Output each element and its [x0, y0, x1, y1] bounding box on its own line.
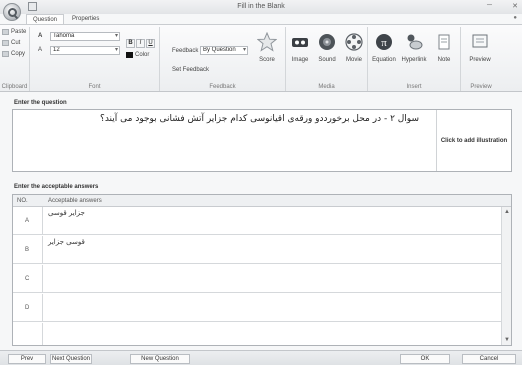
scroll-up-arrow-icon[interactable]: ▲: [502, 207, 511, 217]
font-size-select[interactable]: 12: [50, 46, 120, 55]
close-button[interactable]: ✕: [512, 2, 518, 10]
equation-button[interactable]: π Equation: [371, 30, 397, 76]
font-group: A Tahoma A 12 B I U Color Font: [30, 27, 160, 91]
row-number: [13, 323, 43, 345]
hyperlink-icon: [407, 34, 423, 50]
table-row[interactable]: C: [13, 265, 501, 293]
app-logo-icon: [7, 7, 17, 17]
feedback-caption: Feedback: [172, 48, 199, 54]
font-color-button[interactable]: Color: [126, 52, 149, 58]
insert-group: π Equation Hyperlink Note Insert: [368, 27, 461, 91]
sound-button[interactable]: Sound: [314, 30, 340, 76]
add-illustration-label: Click to add illustration: [440, 137, 508, 144]
movie-button[interactable]: Movie: [341, 30, 367, 76]
answer-cell[interactable]: جزایر قوسی: [48, 209, 85, 217]
font-group-label: Font: [88, 84, 101, 90]
row-number: B: [13, 236, 43, 263]
hyperlink-button[interactable]: Hyperlink: [401, 30, 427, 76]
table-row[interactable]: A جزایر قوسی: [13, 207, 501, 235]
image-icon: [292, 38, 308, 47]
sound-icon: [319, 34, 335, 50]
set-feedback-button[interactable]: Set Feedback: [172, 67, 209, 73]
question-text[interactable]: سوال ۲ - در محل برخورددو ورقه‌ی اقیانوسی…: [19, 113, 419, 125]
table-row[interactable]: B قوسی جزایر: [13, 236, 501, 264]
copy-button[interactable]: Copy: [2, 51, 25, 57]
answers-section-label: Enter the acceptable answers: [14, 184, 99, 190]
ribbon: Paste Cut Copy Clipboard A Tahoma A 12 B…: [0, 24, 522, 92]
paste-button[interactable]: Paste: [2, 29, 26, 35]
tab-properties[interactable]: Properties: [66, 14, 105, 24]
preview-group-label: Preview: [470, 84, 492, 90]
image-button[interactable]: Image: [287, 30, 313, 76]
answers-table-header: NO. Acceptable answers: [13, 195, 511, 207]
preview-button[interactable]: Preview: [467, 30, 493, 76]
preview-icon: [472, 34, 488, 48]
answers-scrollbar[interactable]: ▲ ▼: [501, 207, 511, 345]
copy-icon: [2, 51, 9, 57]
next-question-button[interactable]: Next Question: [50, 354, 92, 364]
app-window: Fill in the Blank ─ ✕ Question Propertie…: [0, 0, 522, 365]
help-icon[interactable]: ●: [513, 15, 517, 21]
column-header-no: NO.: [17, 198, 28, 204]
equation-icon: π: [376, 34, 392, 50]
clipboard-group: Paste Cut Copy Clipboard: [0, 27, 30, 91]
ribbon-tabs: Question Properties: [26, 14, 105, 24]
dialog-footer: Prev Question Next Question New Question…: [0, 350, 522, 365]
ok-button[interactable]: OK: [400, 354, 450, 364]
media-group-label: Media: [318, 84, 335, 90]
minimize-button[interactable]: ─: [487, 2, 492, 9]
media-group: Image Sound Movie Media: [286, 27, 368, 91]
paste-icon: [2, 29, 9, 35]
add-illustration-button[interactable]: Click to add illustration: [436, 110, 511, 171]
row-number: D: [13, 294, 43, 321]
font-name-select[interactable]: Tahoma: [50, 32, 120, 41]
table-row[interactable]: [13, 323, 501, 345]
scroll-down-arrow-icon[interactable]: ▼: [502, 335, 511, 345]
prev-question-button[interactable]: Prev Question: [8, 354, 46, 364]
row-number: A: [13, 207, 43, 234]
app-menu-button[interactable]: [3, 3, 21, 21]
new-question-button[interactable]: New Question: [130, 354, 190, 364]
svg-text:π: π: [381, 37, 387, 49]
font-name-icon: A: [38, 33, 43, 39]
star-icon: [256, 31, 278, 52]
clipboard-group-label: Clipboard: [1, 84, 28, 90]
question-section-label: Enter the question: [14, 100, 67, 106]
answers-table: NO. Acceptable answers A جزایر قوسی B قو…: [12, 194, 512, 346]
color-swatch-icon: [126, 52, 133, 58]
question-editor[interactable]: سوال ۲ - در محل برخورددو ورقه‌ی اقیانوسی…: [12, 109, 512, 172]
insert-group-label: Insert: [406, 84, 422, 90]
feedback-mode-select[interactable]: By Question: [200, 46, 248, 55]
movie-reel-icon: [345, 33, 363, 51]
answer-cell[interactable]: قوسی جزایر: [48, 238, 85, 246]
preview-group: Preview Preview: [461, 27, 501, 91]
tab-question[interactable]: Question: [26, 14, 65, 24]
font-size-icon: A: [38, 47, 43, 53]
italic-button[interactable]: I: [136, 39, 145, 48]
row-number: C: [13, 265, 43, 292]
bold-button[interactable]: B: [126, 39, 135, 48]
note-button[interactable]: Note: [431, 30, 457, 76]
note-icon: [438, 34, 450, 50]
column-header-answers: Acceptable answers: [48, 198, 102, 204]
score-button[interactable]: Score: [254, 30, 280, 76]
title-bar: Fill in the Blank ─ ✕: [0, 0, 522, 14]
underline-button[interactable]: U: [146, 39, 155, 48]
window-title: Fill in the Blank: [237, 3, 285, 10]
feedback-group-label: Feedback: [209, 84, 236, 90]
scissors-icon: [2, 40, 9, 46]
table-row[interactable]: D: [13, 294, 501, 322]
feedback-group: Feedback By Question Set Feedback Score …: [160, 27, 286, 91]
cancel-button[interactable]: Cancel: [462, 354, 516, 364]
cut-button[interactable]: Cut: [2, 40, 20, 46]
